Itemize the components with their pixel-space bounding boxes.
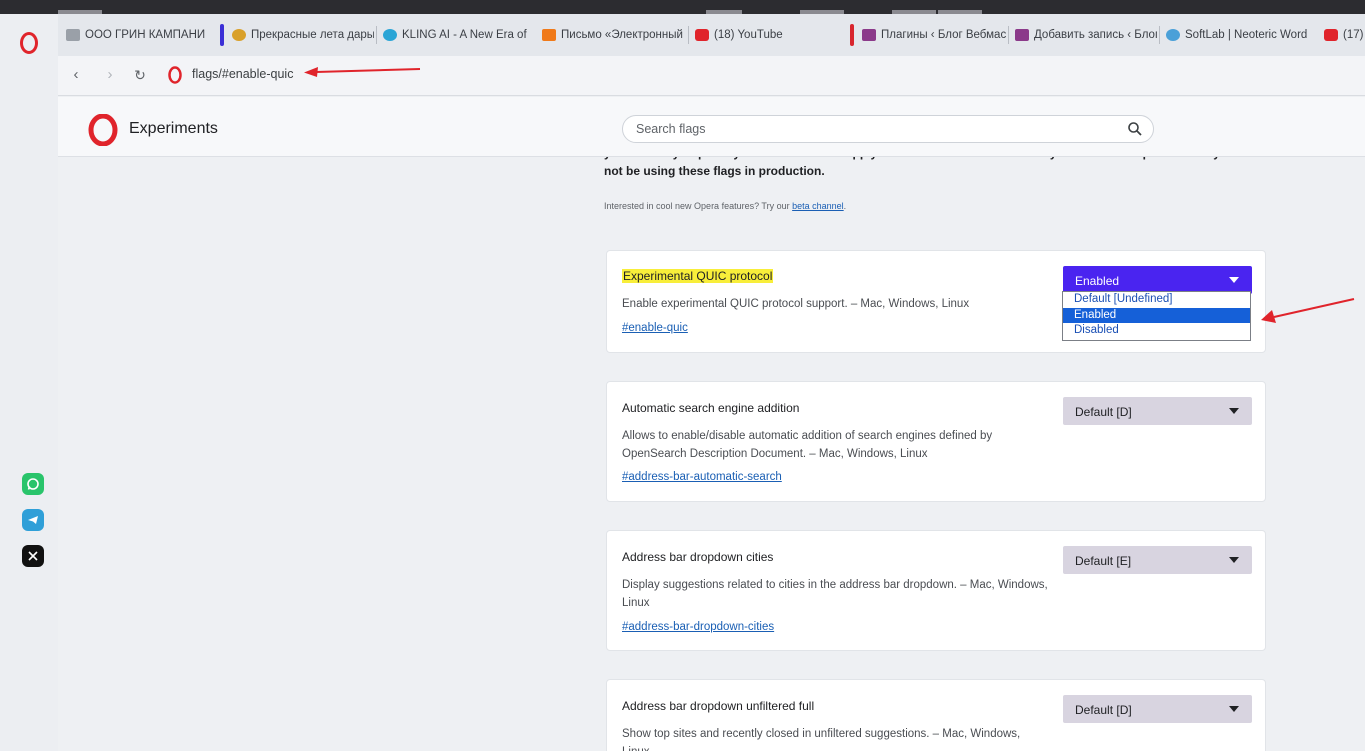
flag-description: Display suggestions related to cities in… bbox=[622, 579, 1048, 609]
dropdown-caret-icon bbox=[1229, 277, 1239, 283]
forward-icon[interactable]: › bbox=[100, 66, 120, 83]
tab[interactable]: Добавить запись ‹ Блог bbox=[1009, 22, 1157, 48]
flag-hash-link[interactable]: #enable-quic bbox=[622, 322, 688, 334]
flag-state-select[interactable]: Enabled bbox=[1063, 266, 1252, 294]
flag-description: Enable experimental QUIC protocol suppor… bbox=[622, 298, 970, 310]
page-title: Experiments bbox=[129, 120, 218, 137]
x-twitter-icon[interactable] bbox=[22, 545, 44, 567]
dropdown-caret-icon bbox=[1229, 706, 1239, 712]
flag-description: Show top sites and recently closed in un… bbox=[622, 728, 1021, 751]
url-field[interactable]: flags/#enable-quic bbox=[192, 67, 293, 81]
window-top-strip bbox=[0, 0, 1365, 14]
document-favicon-icon bbox=[66, 29, 80, 41]
tab-label: Письмо «Электронный bbox=[561, 29, 683, 41]
tab[interactable]: KLING AI - A New Era of bbox=[377, 22, 530, 48]
tab-label: Прекрасные лета дары bbox=[251, 29, 374, 41]
tab-group-accent bbox=[220, 24, 224, 46]
beta-text: Interested in cool new Opera features? T… bbox=[604, 201, 790, 211]
softlab-favicon-icon bbox=[1166, 29, 1180, 41]
dropdown-option-selected[interactable]: Enabled bbox=[1063, 307, 1250, 323]
flag-hash-link[interactable]: #address-bar-dropdown-cities bbox=[622, 621, 774, 633]
annotation-arrow-left bbox=[304, 67, 421, 77]
wp-favicon-icon bbox=[862, 29, 876, 41]
annotation-arrow-left bbox=[1261, 298, 1355, 323]
youtube-favicon-icon bbox=[695, 29, 709, 41]
beta-channel-link[interactable]: beta channel bbox=[792, 201, 844, 211]
page-header: Experiments bbox=[58, 97, 1365, 157]
select-value: Default [E] bbox=[1075, 554, 1132, 568]
search-icon[interactable] bbox=[1127, 121, 1143, 137]
wp-favicon-icon bbox=[1015, 29, 1029, 41]
flag-state-select[interactable]: Default [D] bbox=[1063, 397, 1252, 425]
beta-end: . bbox=[843, 201, 847, 211]
select-value: Default [D] bbox=[1075, 703, 1132, 717]
flag-hash-link[interactable]: #address-bar-automatic-search bbox=[622, 471, 782, 483]
select-value: Enabled bbox=[1075, 274, 1120, 288]
opera-url-icon bbox=[168, 66, 182, 84]
tab-group-accent bbox=[850, 24, 854, 46]
tab-strip: ООО ГРИН КАМПАНИ Прекрасные лета дары KL… bbox=[58, 14, 1365, 56]
opera-sidebar bbox=[0, 14, 58, 751]
flag-title: Experimental QUIC protocol bbox=[622, 269, 774, 283]
tab[interactable]: Письмо «Электронный bbox=[536, 22, 686, 48]
flag-state-dropdown-list: Default [Undefined] Enabled Disabled bbox=[1062, 291, 1251, 341]
tab[interactable]: ООО ГРИН КАМПАНИ bbox=[60, 22, 205, 48]
telegram-icon[interactable] bbox=[22, 509, 44, 531]
flag-card: Address bar dropdown unfiltered full Sho… bbox=[606, 679, 1266, 751]
select-value: Default [D] bbox=[1075, 405, 1132, 419]
opera-logo-icon[interactable] bbox=[20, 32, 38, 54]
back-icon[interactable]: ‹ bbox=[66, 66, 86, 83]
flag-card: Address bar dropdown cities Display sugg… bbox=[606, 530, 1266, 651]
dropdown-option[interactable]: Disabled bbox=[1063, 323, 1250, 339]
mail-favicon-icon bbox=[542, 29, 556, 41]
food-favicon-icon bbox=[232, 29, 246, 41]
tab[interactable]: (18) YouTube bbox=[689, 22, 839, 48]
dropdown-caret-icon bbox=[1229, 408, 1239, 414]
dropdown-option[interactable]: Default [Undefined] bbox=[1063, 292, 1250, 308]
flag-title: Automatic search engine addition bbox=[622, 401, 800, 415]
dropdown-caret-icon bbox=[1229, 557, 1239, 563]
tab-label: Плагины ‹ Блог Вебмас bbox=[881, 29, 1006, 41]
beta-note: Interested in cool new Opera features? T… bbox=[604, 201, 846, 211]
intro-line: not be using these flags in production. bbox=[604, 164, 825, 178]
tab-label: (17) bbox=[1343, 29, 1364, 41]
tab[interactable]: Плагины ‹ Блог Вебмас bbox=[856, 22, 1006, 48]
flags-page: Experiments your security or privacy. En… bbox=[58, 97, 1365, 751]
flag-title: Address bar dropdown cities bbox=[622, 550, 774, 564]
whatsapp-icon[interactable] bbox=[22, 473, 44, 495]
tab-label: (18) YouTube bbox=[714, 29, 783, 41]
search-box[interactable] bbox=[622, 115, 1154, 143]
tab[interactable]: Прекрасные лета дары bbox=[226, 22, 374, 48]
tab[interactable]: (17) bbox=[1318, 22, 1365, 48]
opera-logo-icon bbox=[88, 114, 118, 146]
flag-description: Allows to enable/disable automatic addit… bbox=[622, 430, 993, 460]
intro-text: your security or privacy. Enabled featur… bbox=[604, 153, 1264, 180]
tab[interactable]: SoftLab | Neoteric Word bbox=[1160, 22, 1316, 48]
flag-state-select[interactable]: Default [E] bbox=[1063, 546, 1252, 574]
tab-label: Добавить запись ‹ Блог bbox=[1034, 29, 1157, 41]
address-bar: ‹ › ↻ flags/#enable-quic bbox=[58, 56, 1365, 96]
tab-label: ООО ГРИН КАМПАНИ bbox=[85, 29, 205, 41]
kling-favicon-icon bbox=[383, 29, 397, 41]
youtube-favicon-icon bbox=[1324, 29, 1338, 41]
tab-label: SoftLab | Neoteric Word bbox=[1185, 29, 1308, 41]
flag-card: Automatic search engine addition Allows … bbox=[606, 381, 1266, 502]
flag-state-select[interactable]: Default [D] bbox=[1063, 695, 1252, 723]
tab-label: KLING AI - A New Era of bbox=[402, 29, 527, 41]
flag-title: Address bar dropdown unfiltered full bbox=[622, 699, 815, 713]
reload-icon[interactable]: ↻ bbox=[130, 67, 150, 84]
search-input[interactable] bbox=[636, 122, 1116, 136]
